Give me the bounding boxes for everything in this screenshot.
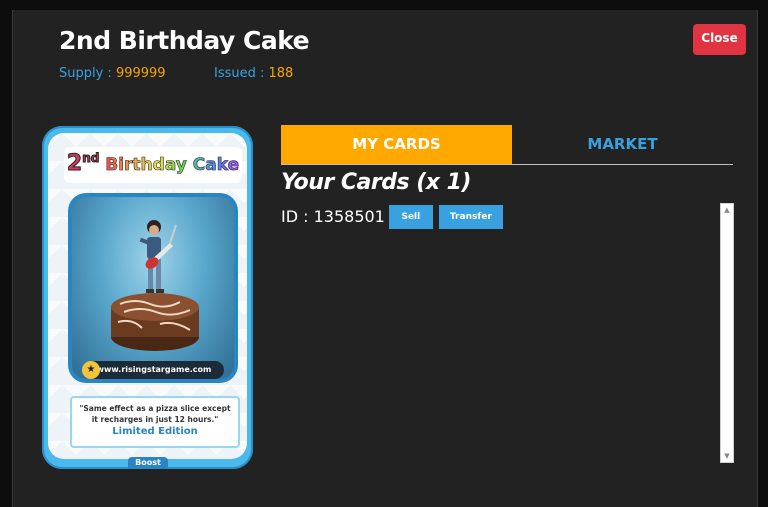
supply-value: 999999 <box>115 66 166 81</box>
card-image: 2nd Birthday Cake ★ www.risingstargame.c… <box>42 126 253 469</box>
website-text: www.risingstargame.com <box>96 365 212 374</box>
tab-my-cards[interactable]: MY CARDS <box>281 125 512 165</box>
star-icon: ★ <box>82 361 100 379</box>
card-edition: Limited Edition <box>112 426 198 437</box>
issued-value: 188 <box>268 66 294 81</box>
tab-market[interactable]: MARKET <box>512 125 733 165</box>
list-item: ID : 1358501 Sell Transfer <box>281 205 503 231</box>
cake-illustration <box>111 293 199 351</box>
card-title-suffix: nd <box>82 151 100 166</box>
card-id: ID : 1358501 <box>281 206 385 226</box>
your-cards-heading: Your Cards (x 1) <box>281 170 472 195</box>
issued-stat: Issued : 188 <box>214 66 293 81</box>
card-face-title: 2nd Birthday Cake <box>64 151 242 177</box>
card-detail-modal: 2nd Birthday Cake Supply : 999999 Issued… <box>12 10 758 507</box>
close-button[interactable]: Close <box>693 24 746 55</box>
card-title-name: Birthday Cake <box>105 155 240 176</box>
scroll-down-arrow-icon[interactable]: ▼ <box>721 450 733 462</box>
issued-label: Issued : <box>214 66 269 81</box>
card-title-bar: 2nd Birthday Cake <box>64 147 242 183</box>
tabs-divider <box>281 164 733 165</box>
card-face: 2nd Birthday Cake ★ www.risingstargame.c… <box>48 133 247 459</box>
list-scrollbar[interactable]: ▲ ▼ <box>720 203 734 463</box>
supply-label: Supply : <box>59 66 116 81</box>
artwork-background <box>72 197 234 379</box>
card-title: 2nd Birthday Cake <box>59 26 310 55</box>
card-type-badge: Boost <box>128 457 168 469</box>
card-description-box: "Same effect as a pizza slice except it … <box>70 396 240 448</box>
scroll-up-arrow-icon[interactable]: ▲ <box>721 204 733 216</box>
card-description: "Same effect as a pizza slice except it … <box>79 404 231 424</box>
your-cards-list: ID : 1358501 Sell Transfer <box>281 205 733 467</box>
card-artwork <box>68 193 238 383</box>
sell-button[interactable]: Sell <box>388 205 433 229</box>
card-tabs: MY CARDS MARKET <box>281 125 733 165</box>
transfer-button[interactable]: Transfer <box>438 205 503 229</box>
card-title-number: 2 <box>66 151 83 177</box>
card-website-banner: ★ www.risingstargame.com <box>82 361 224 379</box>
supply-stat: Supply : 999999 <box>59 66 166 81</box>
